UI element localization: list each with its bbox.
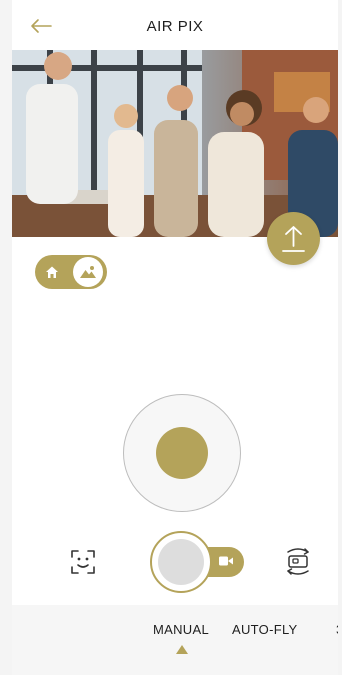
page-title: AIR PIX [146, 18, 204, 35]
mode-tab-partial[interactable]: 3 [336, 622, 338, 637]
shutter-button[interactable] [150, 531, 212, 593]
capture-controls [150, 531, 246, 593]
joystick-knob[interactable] [156, 427, 208, 479]
video-camera-icon [219, 556, 233, 566]
face-detect-icon [71, 550, 95, 574]
camera-preview-photo [12, 50, 338, 237]
mode-tab-manual[interactable]: MANUAL [153, 622, 209, 637]
rotate-camera-icon [287, 548, 309, 575]
rotate-camera-button[interactable] [284, 546, 312, 576]
right-edge [338, 0, 342, 675]
left-edge [0, 0, 12, 675]
face-detect-button[interactable] [69, 548, 97, 576]
mode-tab-auto-fly[interactable]: AUTO-FLY [232, 622, 297, 637]
upload-button[interactable] [267, 212, 320, 265]
view-toggle[interactable] [35, 255, 107, 289]
app-header: AIR PIX [12, 0, 338, 50]
upload-arrow-icon [282, 226, 305, 252]
toggle-knob[interactable] [73, 257, 103, 287]
joystick-pad[interactable] [123, 394, 241, 512]
shutter-inner [158, 539, 204, 585]
mountain-image-icon [80, 266, 96, 278]
active-mode-indicator [176, 645, 188, 654]
home-icon[interactable] [44, 264, 60, 280]
mode-bar: MANUAL AUTO-FLY 3 [12, 605, 338, 675]
